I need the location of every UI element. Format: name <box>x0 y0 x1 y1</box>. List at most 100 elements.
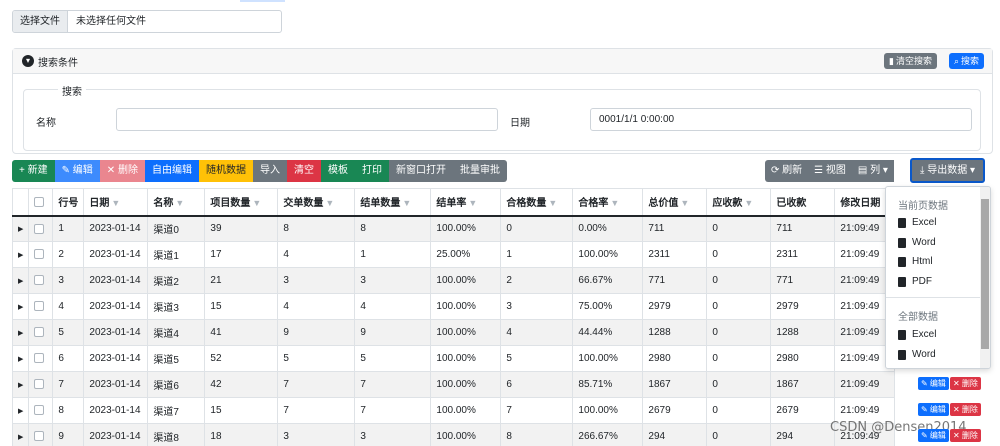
random-data-button[interactable]: 随机数据 <box>198 160 253 182</box>
export-current-excel[interactable]: Excel <box>898 217 936 228</box>
row-edit-button[interactable]: ✎ 编辑 <box>918 403 949 416</box>
column-header[interactable]: 交单数量 ▼ <box>277 188 356 217</box>
row-delete-button[interactable]: ✕ 删除 <box>949 429 981 442</box>
expand-cell[interactable]: ▶ <box>11 371 30 398</box>
batch-approve-button[interactable]: 批量审批 <box>452 160 507 182</box>
expand-row-icon[interactable]: ▶ <box>18 304 23 311</box>
column-header[interactable]: 应收款 ▼ <box>706 188 772 217</box>
expand-cell[interactable]: ▶ <box>11 319 30 346</box>
expand-row-icon[interactable]: ▶ <box>18 278 23 285</box>
expand-row-icon[interactable]: ▶ <box>18 330 23 337</box>
expand-cell[interactable]: ▶ <box>11 397 30 424</box>
view-button[interactable]: ☰ 视图 <box>808 160 852 182</box>
expand-row-icon[interactable]: ▶ <box>18 226 23 233</box>
expand-cell[interactable]: ▶ <box>11 215 30 242</box>
filter-icon[interactable]: ▼ <box>548 198 557 208</box>
checkbox-cell[interactable] <box>28 319 54 346</box>
column-header[interactable]: 已收款 <box>770 188 836 217</box>
row-edit-button[interactable]: ✎ 编辑 <box>918 429 949 442</box>
expand-cell[interactable]: ▶ <box>11 241 30 268</box>
expand-cell[interactable]: ▶ <box>11 345 30 372</box>
export-current-html[interactable]: Html <box>898 256 933 267</box>
column-header[interactable]: 结单率 ▼ <box>430 188 502 217</box>
file-input[interactable]: 选择文件 未选择任何文件 <box>12 10 282 33</box>
checkbox-cell[interactable] <box>28 345 54 372</box>
expand-row-icon[interactable]: ▶ <box>18 356 23 363</box>
name-input[interactable] <box>116 108 498 131</box>
table-row[interactable]: ▶ 2 2023-01-14 渠道1 17 4 1 25.00% 1 100.00% 2311 0 23… <box>11 241 896 268</box>
column-header[interactable]: 合格数量 ▼ <box>500 188 574 217</box>
table-row[interactable]: ▶ 9 2023-01-14 渠道8 18 3 3 100.00% 8 266.67% 294 0 29… <box>11 423 896 446</box>
filter-icon[interactable]: ▼ <box>468 198 477 208</box>
table-row[interactable]: ▶ 3 2023-01-14 渠道2 21 3 3 100.00% 2 66.67% 771 0 771… <box>11 267 896 294</box>
export-current-pdf[interactable]: PDF <box>898 276 932 287</box>
row-checkbox[interactable] <box>34 405 45 416</box>
select-all-checkbox[interactable] <box>28 188 54 217</box>
table-row[interactable]: ▶ 8 2023-01-14 渠道7 15 7 7 100.00% 7 100.00% 2679 0 2… <box>11 397 896 424</box>
clear-button[interactable]: 清空 <box>286 160 321 182</box>
checkbox-cell[interactable] <box>28 267 54 294</box>
export-all-excel[interactable]: Excel <box>898 329 936 340</box>
template-button[interactable]: 模板 <box>320 160 355 182</box>
expand-row-icon[interactable]: ▶ <box>18 382 23 389</box>
filter-icon[interactable]: ▼ <box>325 198 334 208</box>
export-data-button[interactable]: ⤓ 导出数据 ▾ <box>910 158 985 183</box>
row-delete-button[interactable]: ✕ 删除 <box>949 377 981 390</box>
print-button[interactable]: 打印 <box>354 160 389 182</box>
export-all-word[interactable]: Word <box>898 349 936 360</box>
filter-icon[interactable]: ▼ <box>402 198 411 208</box>
expand-row-icon[interactable]: ▶ <box>18 408 23 415</box>
dropdown-scrollbar[interactable] <box>980 187 990 368</box>
table-row[interactable]: ▶ 5 2023-01-14 渠道4 41 9 9 100.00% 4 44.44% 1288 0 12… <box>11 319 896 346</box>
filter-icon[interactable]: ▼ <box>610 198 619 208</box>
export-current-word[interactable]: Word <box>898 237 936 248</box>
row-delete-button[interactable]: ✕ 删除 <box>949 403 981 416</box>
checkbox-cell[interactable] <box>28 293 54 320</box>
row-checkbox[interactable] <box>34 379 45 390</box>
column-header[interactable]: 总价值 ▼ <box>642 188 708 217</box>
expand-row-icon[interactable]: ▶ <box>18 434 23 441</box>
row-edit-button[interactable]: ✎ 编辑 <box>918 377 949 390</box>
row-checkbox[interactable] <box>34 327 45 338</box>
column-header[interactable]: 合格率 ▼ <box>572 188 644 217</box>
scrollbar-thumb[interactable] <box>981 199 989 349</box>
import-button[interactable]: 导入 <box>252 160 287 182</box>
filter-icon[interactable]: ▼ <box>744 198 753 208</box>
new-window-button[interactable]: 新窗口打开 <box>388 160 453 182</box>
row-checkbox[interactable] <box>34 249 45 260</box>
filter-icon[interactable]: ▼ <box>111 198 120 208</box>
expand-row-icon[interactable]: ▶ <box>18 252 23 259</box>
new-button[interactable]: + 新建 <box>12 160 55 182</box>
free-edit-button[interactable]: 自由编辑 <box>144 160 199 182</box>
columns-button[interactable]: ▤ 列 ▾ <box>851 160 894 182</box>
row-checkbox[interactable] <box>34 301 45 312</box>
chevron-down-icon[interactable]: ▾ <box>22 55 34 67</box>
date-input[interactable]: 0001/1/1 0:00:00 <box>590 108 972 131</box>
choose-file-button[interactable]: 选择文件 <box>13 11 68 32</box>
checkbox-cell[interactable] <box>28 241 54 268</box>
filter-icon[interactable]: ▼ <box>680 198 689 208</box>
row-checkbox[interactable] <box>34 275 45 286</box>
column-header[interactable]: 名称 ▼ <box>147 188 206 217</box>
edit-button[interactable]: ✎ 编辑 <box>54 160 100 182</box>
table-row[interactable]: ▶ 6 2023-01-14 渠道5 52 5 5 100.00% 5 100.00% 2980 0 2… <box>11 345 896 372</box>
expand-cell[interactable]: ▶ <box>11 423 30 446</box>
expand-cell[interactable]: ▶ <box>11 293 30 320</box>
table-row[interactable]: ▶ 7 2023-01-14 渠道6 42 7 7 100.00% 6 85.71% 1867 0 18… <box>11 371 896 398</box>
table-row[interactable]: ▶ 4 2023-01-14 渠道3 15 4 4 100.00% 3 75.00% 2979 0 29… <box>11 293 896 320</box>
checkbox-cell[interactable] <box>28 397 54 424</box>
checkbox-cell[interactable] <box>28 423 54 446</box>
filter-icon[interactable]: ▼ <box>252 198 261 208</box>
clear-search-button[interactable]: ▮ 清空搜索 <box>884 53 937 69</box>
checkbox-cell[interactable] <box>28 371 54 398</box>
column-header[interactable]: 结单数量 ▼ <box>354 188 432 217</box>
column-header[interactable]: 日期 ▼ <box>83 188 149 217</box>
table-row[interactable]: ▶ 1 2023-01-14 渠道0 39 8 8 100.00% 0 0.00% 711 0 711 2… <box>11 215 896 242</box>
row-checkbox[interactable] <box>34 353 45 364</box>
row-checkbox[interactable] <box>34 431 45 442</box>
checkbox-cell[interactable] <box>28 215 54 242</box>
row-checkbox[interactable] <box>34 223 45 234</box>
column-header[interactable]: 项目数量 ▼ <box>204 188 279 217</box>
expand-cell[interactable]: ▶ <box>11 267 30 294</box>
filter-icon[interactable]: ▼ <box>175 198 184 208</box>
